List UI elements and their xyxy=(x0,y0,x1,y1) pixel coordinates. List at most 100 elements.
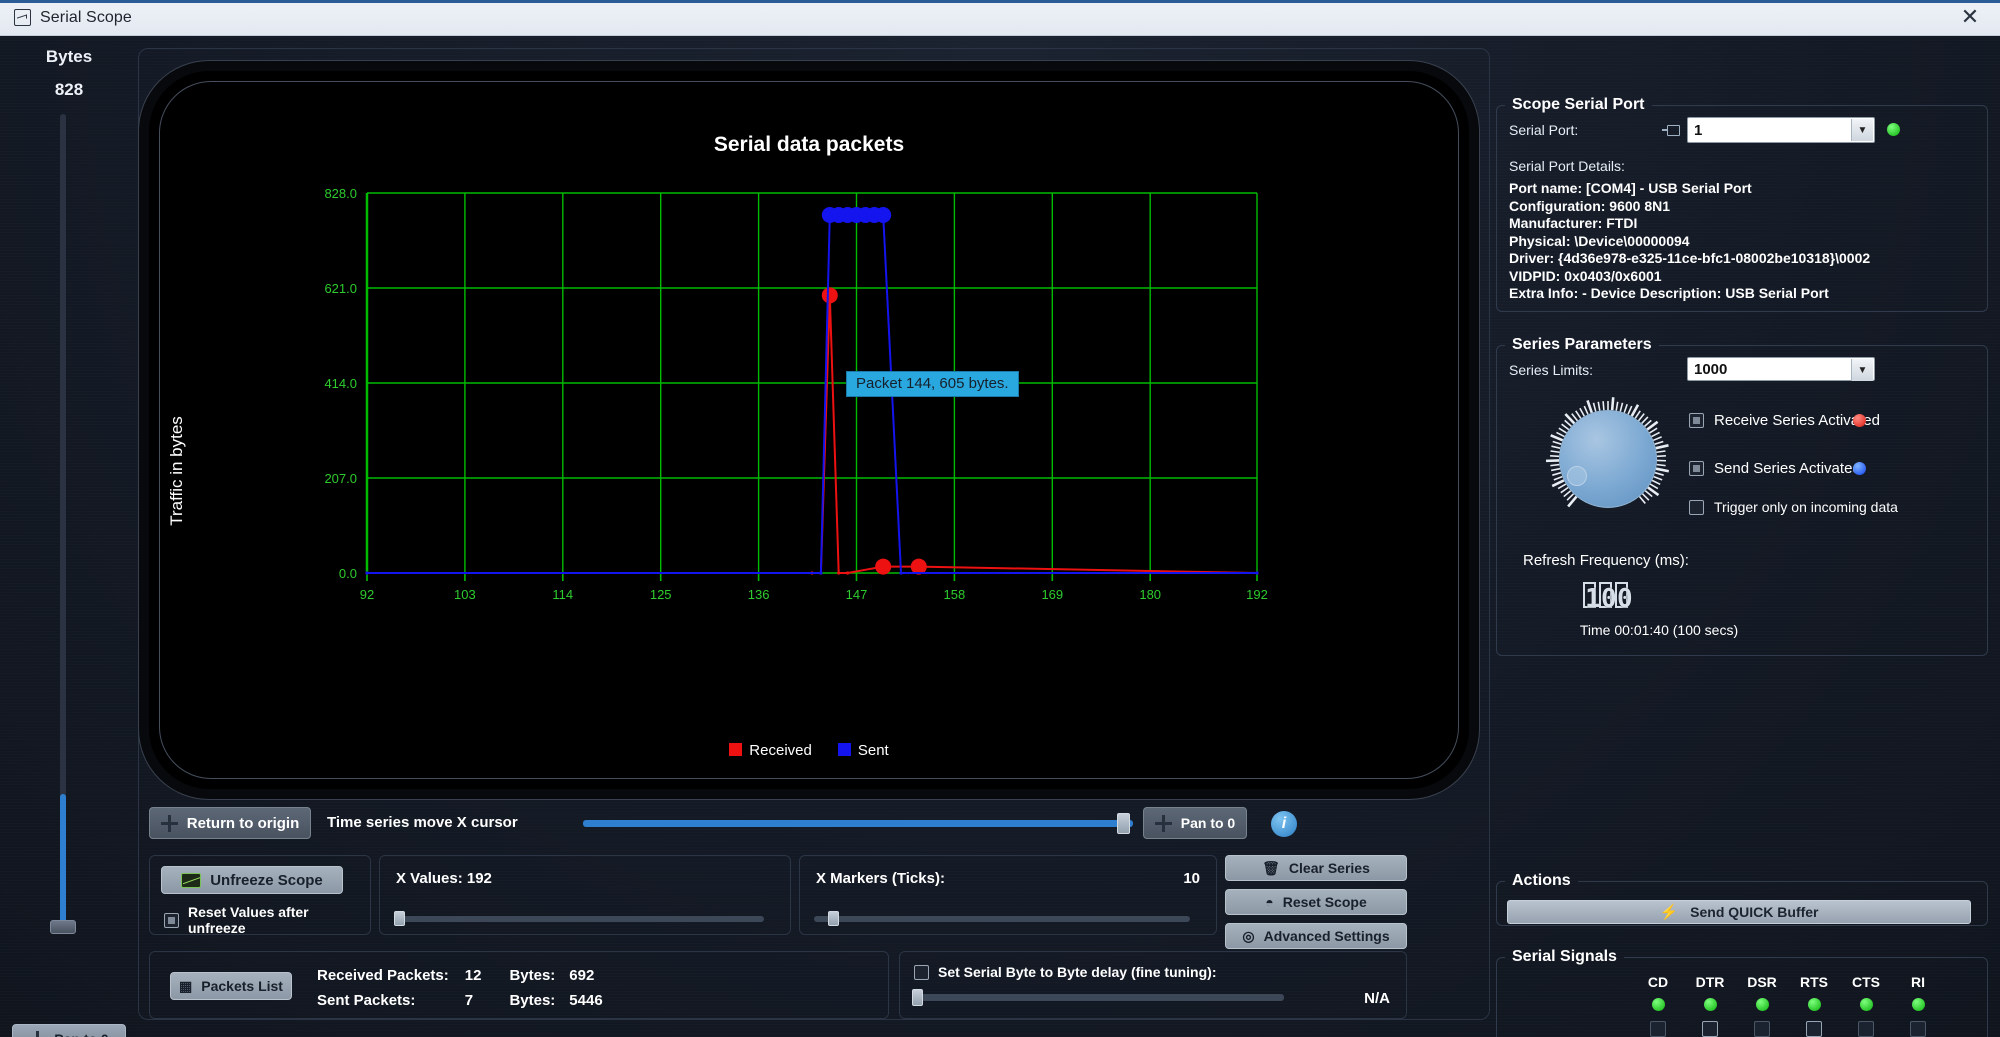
svg-text:147: 147 xyxy=(846,587,868,602)
signal-checkbox[interactable] xyxy=(1702,1021,1718,1037)
lcd-digit: 1 xyxy=(1583,582,1601,614)
x-values-panel: X Values: 192 xyxy=(379,855,791,935)
reset-scope-label: Reset Scope xyxy=(1282,894,1367,910)
serial-port-select[interactable]: 1 ▼ xyxy=(1687,117,1875,143)
scope-serial-port-legend: Scope Serial Port xyxy=(1512,96,1645,113)
send-series-checkbox[interactable]: Send Series Activated xyxy=(1689,460,1861,477)
serial-port-selected-value: 1 xyxy=(1694,121,1703,139)
pan-to-0-button[interactable]: Pan to 0 xyxy=(12,1024,126,1037)
legend-item: Received xyxy=(729,742,812,759)
time-label: Time 00:01:40 (100 secs) xyxy=(1579,622,1739,638)
close-icon[interactable]: ✕ xyxy=(1940,0,2000,35)
pan-to-0-top-label: Pan to 0 xyxy=(1180,815,1236,831)
receive-series-checkbox[interactable]: Receive Series Activated xyxy=(1689,412,1880,429)
received-packets-label: Received Packets: xyxy=(317,967,449,984)
byte-delay-slider[interactable] xyxy=(916,994,1284,1001)
lightning-icon: ⚡ xyxy=(1659,904,1679,921)
sent-packets-label: Sent Packets: xyxy=(317,992,416,1009)
chart-svg: 0.0 207.0 414.0 621.0 828.0 92 103 114 125 136 147… xyxy=(324,186,1268,602)
scope-display[interactable]: Serial data packets Traffic in bytes 0.0… xyxy=(149,71,1469,789)
move-icon xyxy=(29,1030,46,1037)
return-to-origin-button[interactable]: Return to origin xyxy=(149,807,311,839)
signal-checkbox[interactable] xyxy=(1806,1021,1822,1037)
center-panel: Serial data packets Traffic in bytes 0.0… xyxy=(138,48,1490,1020)
svg-text:192: 192 xyxy=(1246,587,1268,602)
signal-checkbox[interactable] xyxy=(1754,1021,1770,1037)
x-markers-value: 10 xyxy=(1183,870,1200,887)
info-icon[interactable]: i xyxy=(1271,811,1297,837)
byte-delay-checkbox[interactable]: Set Serial Byte to Byte delay (fine tuni… xyxy=(914,964,1217,980)
legend-label-sent: Sent xyxy=(857,742,889,759)
chart-legend: Received Sent xyxy=(149,742,1469,759)
bytes-slider-fill xyxy=(60,794,66,924)
signal-label: CD xyxy=(1647,974,1669,990)
bytes-slider-knob[interactable] xyxy=(50,920,76,934)
cursor-slider-label: Time series move X cursor xyxy=(327,814,518,831)
refresh-frequency-knob[interactable] xyxy=(1545,396,1671,522)
scope-serial-port-group: Scope Serial Port Serial Port: 1 ▼ Seria… xyxy=(1496,96,1988,312)
signal-checkbox[interactable] xyxy=(1858,1021,1874,1037)
unfreeze-scope-button[interactable]: Unfreeze Scope xyxy=(161,866,343,894)
chevron-down-icon[interactable]: ▼ xyxy=(1851,119,1873,141)
checkbox-icon xyxy=(1689,461,1704,476)
x-values-slider-knob[interactable] xyxy=(394,911,405,926)
pan-to-0-button-top[interactable]: Pan to 0 xyxy=(1143,807,1247,839)
bytes-vertical-slider[interactable] xyxy=(60,114,66,924)
svg-text:92: 92 xyxy=(360,587,374,602)
move-icon xyxy=(1154,814,1172,832)
advanced-settings-button[interactable]: ◎ Advanced Settings xyxy=(1225,923,1407,949)
series-limits-select[interactable]: 1000 ▼ xyxy=(1687,357,1875,381)
chevron-down-icon[interactable]: ▼ xyxy=(1851,359,1873,381)
svg-text:114: 114 xyxy=(552,587,573,602)
clear-series-button[interactable]: 🗑 Clear Series xyxy=(1225,855,1407,881)
x-cursor-slider-knob[interactable] xyxy=(1117,813,1130,834)
signal-led xyxy=(1651,998,1665,1011)
bytes-rail: Bytes 828 Pan to 0 xyxy=(0,36,138,1037)
x-values-label: X Values: 192 xyxy=(396,870,492,887)
signal-led xyxy=(1807,998,1821,1011)
x-cursor-slider[interactable] xyxy=(583,820,1133,827)
reset-values-checkbox[interactable]: Reset Values after unfreeze xyxy=(164,904,370,936)
clear-series-label: Clear Series xyxy=(1288,860,1370,876)
refresh-circle-icon: ◓ xyxy=(1265,894,1274,910)
reset-scope-button[interactable]: ◓ Reset Scope xyxy=(1225,889,1407,915)
bytes-title: Bytes xyxy=(45,47,93,66)
chart-ylabel: Traffic in bytes xyxy=(167,416,186,526)
send-series-label: Send Series Activated xyxy=(1714,460,1861,477)
detail-line: Manufacturer: FTDI xyxy=(1509,215,1638,231)
pan-to-0-label: Pan to 0 xyxy=(54,1031,108,1037)
reset-values-label: Reset Values after unfreeze xyxy=(188,904,309,936)
x-markers-slider[interactable] xyxy=(814,916,1190,922)
trigger-only-checkbox[interactable]: Trigger only on incoming data xyxy=(1689,499,1898,515)
serial-signals-group: Serial Signals CD DTR DSR RTS CTS RI xyxy=(1496,948,1988,1037)
packets-list-button[interactable]: ▦ Packets List xyxy=(170,972,292,1000)
freeze-panel: Unfreeze Scope Reset Values after unfree… xyxy=(149,855,371,936)
sent-bytes-value: 5446 xyxy=(569,992,603,1009)
trigger-only-label: Trigger only on incoming data xyxy=(1714,499,1898,515)
x-markers-slider-knob[interactable] xyxy=(828,911,839,926)
receive-series-led xyxy=(1853,414,1866,427)
knob-face xyxy=(1559,410,1657,508)
signal-label: DSR xyxy=(1747,974,1777,990)
signal-checkbox[interactable] xyxy=(1910,1021,1926,1037)
signal-checkbox[interactable] xyxy=(1650,1021,1666,1037)
app-scope-icon xyxy=(14,9,31,26)
scope-action-buttons: 🗑 Clear Series ◓ Reset Scope ◎ Advanced … xyxy=(1225,855,1407,957)
chart-title: Serial data packets xyxy=(713,133,905,156)
detail-line: Physical: \Device\00000094 xyxy=(1509,232,1690,249)
received-bytes-label: Bytes: xyxy=(509,967,556,984)
unfreeze-scope-label: Unfreeze Scope xyxy=(210,871,323,889)
right-panel: Scope Serial Port Serial Port: 1 ▼ Seria… xyxy=(1496,48,1988,1037)
actions-group: Actions ⚡ Send QUICK Buffer xyxy=(1496,872,1988,926)
send-quick-buffer-button[interactable]: ⚡ Send QUICK Buffer xyxy=(1507,900,1971,924)
packet-stats-panel: ▦ Packets List Received Packets: 12 Byte… xyxy=(149,951,889,1019)
chart-tooltip: Packet 144, 605 bytes. xyxy=(846,371,1019,397)
checkbox-icon xyxy=(914,964,929,980)
x-values-slider[interactable] xyxy=(394,916,764,922)
chart-area[interactable]: Serial data packets Traffic in bytes 0.0… xyxy=(149,71,1469,789)
move-icon xyxy=(160,814,178,832)
sent-bytes-label: Bytes: xyxy=(509,992,556,1009)
serial-port-details-title: Serial Port Details: xyxy=(1509,158,1625,174)
byte-delay-slider-knob[interactable] xyxy=(912,989,923,1006)
svg-text:136: 136 xyxy=(748,587,770,602)
